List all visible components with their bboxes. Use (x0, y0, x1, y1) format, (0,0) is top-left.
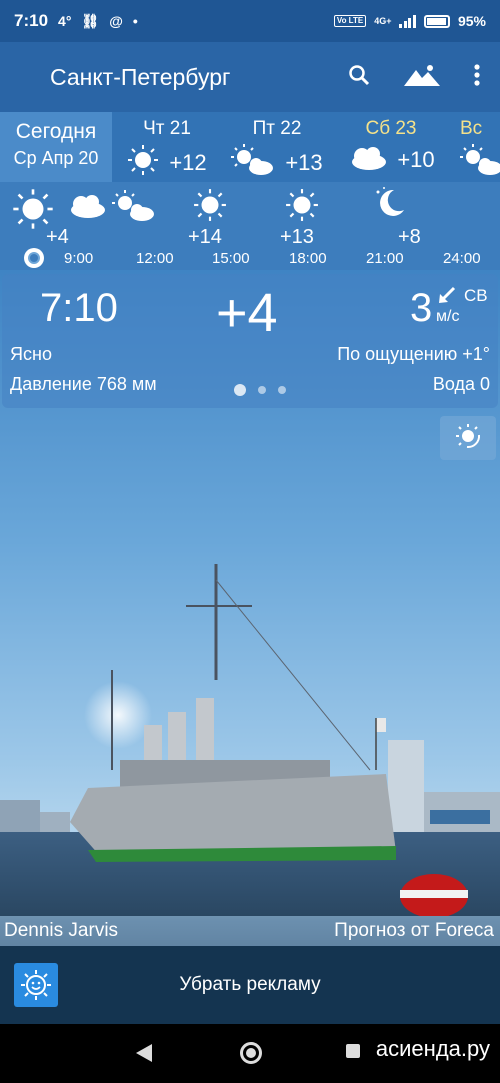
photo-credit[interactable]: Dennis Jarvis (4, 920, 118, 942)
sun-cloud-icon (231, 144, 275, 181)
wind-speed: 3 (410, 286, 433, 330)
status-time: 7:10 (14, 11, 49, 30)
wind-arrow-icon (438, 286, 456, 309)
app-bar: Санкт-Петербург (0, 42, 500, 112)
background-photo (0, 560, 500, 918)
hour-time: 9:00 (64, 250, 94, 267)
sun-icon (127, 144, 159, 181)
day-today[interactable]: Сегодня Ср Апр 20 (0, 112, 112, 182)
signal-icon (399, 14, 416, 28)
day-temp: +12 (169, 149, 207, 175)
day-sun[interactable]: Вс (450, 112, 500, 182)
at-icon: @ (109, 13, 123, 29)
system-nav-bar: асиенда.ру (0, 1024, 500, 1083)
water-temp: Вода 0 (432, 374, 490, 394)
home-icon[interactable] (240, 1042, 262, 1064)
remove-ads-bar[interactable]: Убрать рекламу (0, 946, 500, 1024)
current-temp: +4 (216, 283, 278, 343)
wind-unit: м/с (436, 308, 460, 325)
hour-temp: +4 (46, 226, 69, 248)
sun-orbit-icon (453, 421, 483, 456)
sun-cloud-icon (460, 144, 500, 181)
page-indicator (234, 384, 286, 396)
hourly-forecast[interactable]: +4 +14 +13 +8 9:00 12:00 15:00 18:00 21:… (0, 182, 500, 270)
remove-ads-label[interactable]: Убрать рекламу (0, 974, 500, 996)
day-date: Ср Апр 20 (13, 148, 99, 168)
day-thu[interactable]: Чт 21 +12 (112, 112, 222, 182)
hour-time: 12:00 (136, 250, 174, 267)
hour-time: 15:00 (212, 250, 250, 267)
status-bar: 7:10 4° ⛓ @ • Vo LTE 4G+ 95% (0, 0, 500, 42)
volte-icon: Vo LTE (333, 15, 367, 27)
day-temp: +10 (397, 146, 435, 172)
condition-text: Ясно (10, 344, 52, 364)
hour-time: 24:00 (443, 250, 481, 267)
more-vert-icon[interactable] (474, 63, 480, 91)
status-temp: 4° (58, 13, 72, 29)
recents-icon[interactable] (346, 1044, 360, 1058)
current-time: 7:10 (40, 286, 118, 330)
current-conditions-card[interactable]: 7:10 +4 3 СВ м/с Ясно По ощущению +1° Да… (2, 274, 498, 408)
hour-time: 21:00 (366, 250, 404, 267)
hour-time: 18:00 (289, 250, 327, 267)
day-sat[interactable]: Сб 23 +10 (332, 112, 450, 182)
cloud-icon (347, 144, 387, 175)
dot-icon: • (132, 13, 138, 29)
battery-icon (423, 14, 450, 28)
day-name: Пт 22 (252, 118, 302, 139)
hour-temp: +13 (280, 226, 314, 248)
day-temp: +13 (285, 149, 323, 175)
day-name: Сегодня (15, 120, 97, 143)
pressure: Давление 768 мм (10, 374, 157, 394)
search-icon[interactable] (348, 64, 370, 91)
daylight-button[interactable] (440, 416, 496, 460)
sun-icon (193, 188, 227, 227)
day-name: Чт 21 (143, 118, 191, 139)
day-name: Сб 23 (365, 118, 417, 139)
day-name: Вс (460, 118, 483, 139)
cloud-icon (66, 192, 106, 223)
hour-temp: +8 (398, 226, 421, 248)
sun-cloud-icon (110, 190, 158, 227)
current-position-marker (24, 248, 44, 268)
moon-icon (372, 186, 408, 227)
link-icon: ⛓ (81, 12, 100, 29)
city-title[interactable]: Санкт-Петербург (50, 64, 230, 91)
battery-percent: 95% (457, 13, 486, 29)
watermark-text: асиенда.ру (375, 1036, 490, 1061)
landscape-icon[interactable] (404, 64, 440, 91)
sun-icon (285, 188, 319, 227)
back-icon[interactable] (136, 1044, 152, 1067)
wind-direction: СВ (464, 286, 488, 305)
day-fri[interactable]: Пт 22 +13 (222, 112, 332, 182)
forecast-source[interactable]: Прогноз от Foreca (334, 920, 494, 942)
network-type: 4G+ (374, 16, 392, 26)
daily-forecast-strip: Сегодня Ср Апр 20 Чт 21 +12 Пт 22 +13 Сб… (0, 112, 500, 182)
feels-like: По ощущению +1° (337, 344, 490, 364)
hour-temp: +14 (188, 226, 222, 248)
